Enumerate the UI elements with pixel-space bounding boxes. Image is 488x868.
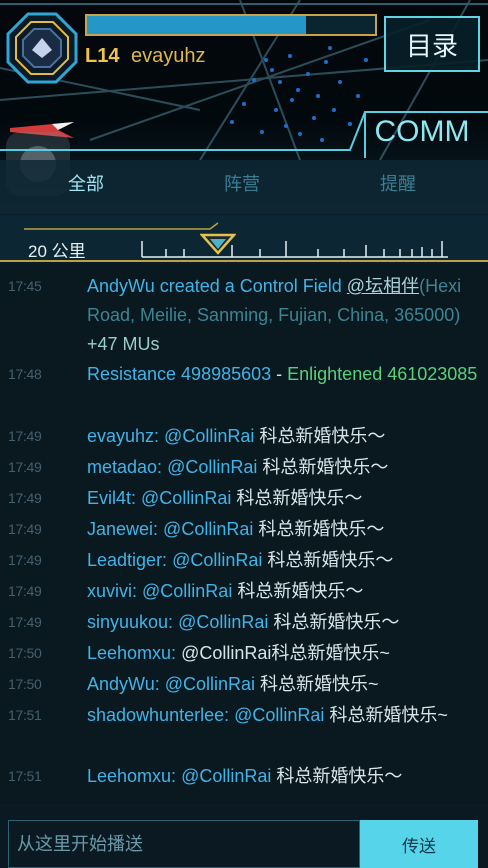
message-text: Leehomxu: @CollinRai科总新婚快乐~	[87, 639, 479, 668]
message-text: xuvivi: @CollinRai 科总新婚快乐～	[87, 577, 479, 606]
message-time: 17:49	[8, 459, 42, 475]
message-time: 17:49	[8, 521, 42, 537]
message-text: Resistance 498985603 - Enlightened 46102…	[87, 360, 479, 389]
message-sender[interactable]: evayuhz:	[87, 426, 164, 446]
message-text: metadao: @CollinRai 科总新婚快乐～	[87, 453, 479, 482]
xp-progress-bar	[85, 14, 377, 36]
message-fragment[interactable]: @CollinRai	[163, 519, 253, 539]
message-time: 17:48	[8, 366, 42, 382]
xp-progress-fill	[87, 16, 306, 34]
message-time: 17:49	[8, 614, 42, 630]
message-fragment[interactable]: @CollinRai	[172, 550, 262, 570]
message-fragment[interactable]: @CollinRai	[167, 457, 257, 477]
comm-filter-tabs: 全部 阵营 提醒	[0, 160, 488, 214]
message-fragment[interactable]: @CollinRai	[142, 581, 232, 601]
message-fragment: @CollinRai科总新婚快乐~	[181, 643, 390, 663]
tab-alerts[interactable]: 提醒	[380, 172, 416, 196]
portal-link[interactable]: @坛相伴	[347, 276, 419, 296]
message-fragment: 科总新婚快乐～	[271, 766, 403, 786]
message-sender[interactable]: AndyWu:	[87, 674, 165, 694]
message-sender[interactable]: metadao:	[87, 457, 167, 477]
message-text: Janewei: @CollinRai 科总新婚快乐～	[87, 515, 479, 544]
agent-level: L14	[85, 45, 120, 67]
message-fragment: 科总新婚快乐～	[268, 612, 400, 632]
message-sender[interactable]: Leehomxu:	[87, 766, 181, 786]
message-fragment: 科总新婚快乐～	[257, 457, 389, 477]
send-button[interactable]: 传送	[360, 820, 478, 868]
message-time: 17:49	[8, 490, 42, 506]
comm-tab[interactable]: COMM	[356, 108, 488, 156]
message-fragment[interactable]: @CollinRai	[234, 705, 324, 725]
message-text: sinyuukou: @CollinRai 科总新婚快乐～	[87, 608, 479, 637]
message-time: 17:49	[8, 428, 42, 444]
message-fragment: 科总新婚快乐～	[231, 488, 363, 508]
message-text: Leadtiger: @CollinRai 科总新婚快乐～	[87, 546, 479, 575]
agent-avatar[interactable]	[6, 12, 78, 84]
tab-all[interactable]: 全部	[68, 172, 104, 196]
message-fragment: 科总新婚快乐～	[253, 519, 385, 539]
broadcast-input[interactable]	[8, 820, 360, 868]
range-thumb-icon[interactable]	[200, 233, 236, 255]
message-fragment: 科总新婚快乐~	[324, 705, 448, 725]
message-fragment: 科总新婚快乐～	[254, 426, 386, 446]
message-sender[interactable]: Janewei:	[87, 519, 163, 539]
message-list[interactable]: 17:45 AndyWu created a Control Field @坛相伴…	[0, 264, 488, 804]
message-sender[interactable]: xuvivi:	[87, 581, 142, 601]
message-sender[interactable]: Evil4t:	[87, 488, 141, 508]
message-text: Evil4t: @CollinRai 科总新婚快乐～	[87, 484, 479, 513]
message-fragment: 科总新婚快乐～	[262, 550, 394, 570]
message-fragment: -	[271, 364, 288, 384]
agent-info: L14 evayuhz	[85, 44, 206, 68]
message-fragment[interactable]: @CollinRai	[141, 488, 231, 508]
message-time: 17:51	[8, 707, 42, 723]
message-sender[interactable]: AndyWu created a Control Field	[87, 276, 347, 296]
message-sender[interactable]: Leehomxu:	[87, 643, 181, 663]
range-selector: 20 公里	[0, 215, 488, 261]
message-sender[interactable]: sinyuukou:	[87, 612, 178, 632]
message-text: shadowhunterlee: @CollinRai 科总新婚快乐~	[87, 701, 479, 730]
range-slider[interactable]	[138, 225, 458, 259]
message-time: 17:49	[8, 583, 42, 599]
index-button[interactable]: 目录	[384, 16, 480, 72]
message-time: 17:49	[8, 552, 42, 568]
range-label: 20 公里	[28, 242, 86, 261]
message-fragment[interactable]: @CollinRai	[164, 426, 254, 446]
message-fragment[interactable]: @CollinRai	[165, 674, 255, 694]
message-text: evayuhz: @CollinRai 科总新婚快乐～	[87, 422, 479, 451]
tab-faction[interactable]: 阵营	[224, 172, 260, 196]
message-fragment: Enlightened 461023085	[287, 364, 478, 384]
message-text: AndyWu: @CollinRai 科总新婚快乐~	[87, 670, 479, 699]
range-divider	[0, 260, 488, 262]
message-text: Leehomxu: @CollinRai 科总新婚快乐～	[87, 762, 479, 791]
message-time: 17:45	[8, 278, 42, 294]
message-sender[interactable]: Leadtiger:	[87, 550, 172, 570]
message-sender[interactable]: Resistance 498985603	[87, 364, 271, 384]
message-time: 17:50	[8, 676, 42, 692]
message-fragment: +47 MUs	[87, 334, 160, 354]
broadcast-bar: 传送	[0, 806, 488, 868]
message-text: AndyWu created a Control Field @坛相伴(Hexi…	[87, 272, 479, 359]
message-fragment[interactable]: @CollinRai	[181, 766, 271, 786]
message-sender[interactable]: shadowhunterlee:	[87, 705, 234, 725]
message-time: 17:50	[8, 645, 42, 661]
message-fragment: 科总新婚快乐~	[255, 674, 379, 694]
map-header: L14 evayuhz 目录 COMM 全部 阵营 提醒	[0, 0, 488, 215]
message-fragment: 科总新婚快乐～	[232, 581, 364, 601]
message-time: 17:51	[8, 768, 42, 784]
message-fragment[interactable]: @CollinRai	[178, 612, 268, 632]
agent-name: evayuhz	[131, 45, 206, 67]
